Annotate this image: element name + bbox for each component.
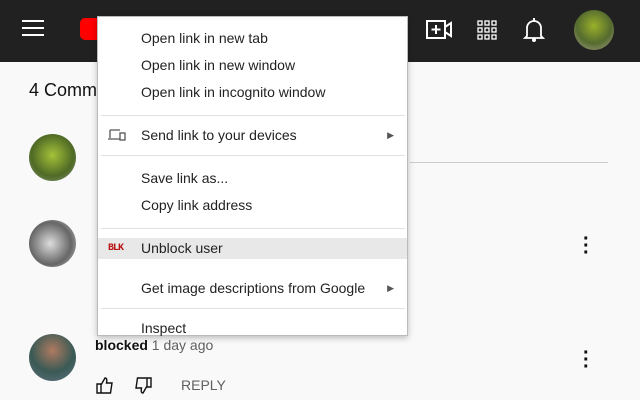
comment-input-underline[interactable] — [410, 162, 608, 163]
menu-item-open-new-tab[interactable]: Open link in new tab — [98, 25, 407, 52]
menu-item-label: Get image descriptions from Google — [141, 280, 366, 296]
notifications-icon[interactable] — [523, 17, 545, 43]
context-menu: Open link in new tab Open link in new wi… — [97, 16, 408, 336]
devices-icon — [108, 129, 126, 141]
menu-separator — [101, 228, 405, 229]
more-options-icon[interactable]: · · · — [583, 229, 590, 263]
comment-time[interactable]: 1 day ago — [152, 337, 214, 353]
comment-avatar[interactable] — [29, 134, 76, 181]
menu-item-send-to-devices[interactable]: Send link to your devices ▶ — [98, 125, 407, 146]
menu-item-inspect[interactable]: Inspect — [98, 318, 407, 339]
menu-item-label: Unblock user — [141, 240, 223, 256]
menu-separator — [101, 155, 405, 156]
menu-item-unblock-user[interactable]: BLK Unblock user — [98, 238, 407, 259]
create-video-icon[interactable] — [426, 19, 452, 41]
menu-item-save-link-as[interactable]: Save link as... — [98, 165, 407, 192]
menu-separator — [101, 115, 405, 116]
menu-separator — [101, 268, 405, 269]
avatar[interactable] — [574, 10, 614, 50]
comment-header: blocked 1 day ago — [95, 337, 213, 353]
reply-button[interactable]: REPLY — [181, 377, 226, 393]
comment-avatar[interactable] — [29, 334, 76, 381]
more-options-icon[interactable]: · · · — [583, 343, 590, 377]
thumbs-down-icon[interactable] — [134, 377, 152, 394]
thumbs-up-icon[interactable] — [96, 377, 114, 394]
menu-item-open-new-window[interactable]: Open link in new window — [98, 52, 407, 79]
menu-item-label: Send link to your devices — [141, 127, 297, 143]
comment-avatar[interactable] — [29, 220, 76, 267]
submenu-arrow-icon: ▶ — [387, 130, 394, 140]
menu-icon[interactable] — [22, 20, 44, 36]
comment-author[interactable]: blocked — [95, 337, 148, 353]
comments-count: 4 Comm — [29, 80, 98, 100]
menu-separator — [101, 308, 405, 309]
submenu-arrow-icon: ▶ — [387, 283, 394, 293]
menu-item-open-incognito[interactable]: Open link in incognito window — [98, 79, 407, 106]
apps-icon[interactable] — [477, 20, 497, 40]
menu-item-copy-link[interactable]: Copy link address — [98, 192, 407, 219]
menu-item-image-descriptions[interactable]: Get image descriptions from Google ▶ — [98, 278, 407, 299]
blocker-extension-icon: BLK — [108, 243, 124, 254]
